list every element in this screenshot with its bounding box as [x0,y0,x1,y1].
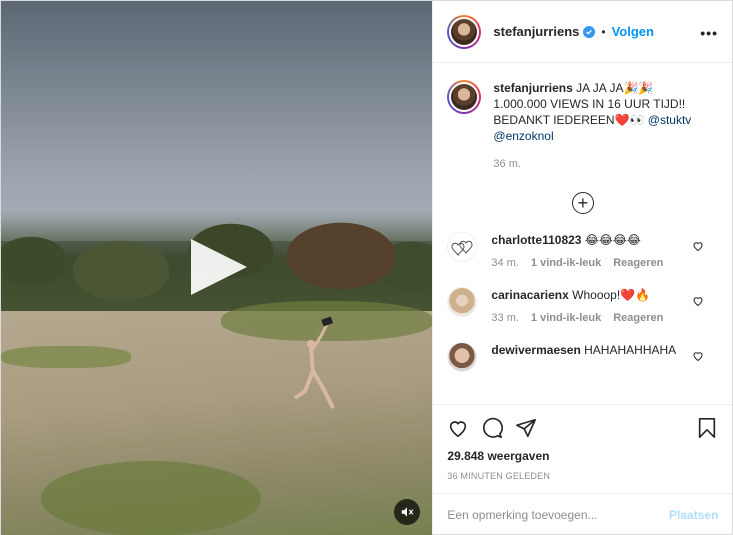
comment-likes[interactable]: 1 vind-ik-leuk [531,312,601,324]
comment-username[interactable]: charlotte110823 [491,233,581,247]
comment-item: charlotte110823 😂😂😂😂 34 m. 1 vind-ik-leu… [447,232,718,269]
comment-text: Whooop!❤️🔥 [572,288,651,302]
comment-text: HAHAHAHHAHA [584,343,677,357]
post-actions: 29.848 weergaven 36 MINUTEN GELEDEN [433,404,733,481]
comment-icon[interactable] [481,417,504,439]
video-player[interactable] [1,1,433,535]
heart-icon[interactable] [447,417,469,439]
comment-composer: Een opmerking toevoegen... Plaatsen [433,493,733,535]
video-sky [1,1,433,241]
avatar[interactable] [447,287,478,317]
separator-dot: • [601,24,606,39]
caption-time: 36 m. [493,158,521,170]
comments-area[interactable]: stefanjurriens JA JA JA🎉🎉 1.000.000 VIEW… [433,64,732,403]
post-header: stefanjurriens • Volgen ••• [433,1,732,63]
comment-item: carinacarienx Whooop!❤️🔥 33 m. 1 vind-ik… [447,287,718,324]
heart-icon[interactable] [692,295,704,307]
post-comment-button[interactable]: Plaatsen [669,508,718,522]
play-icon[interactable] [191,239,247,295]
post-dialog: stefanjurriens • Volgen ••• stefanjurrie… [0,0,733,535]
more-icon[interactable]: ••• [700,25,718,41]
post-side-panel: stefanjurriens • Volgen ••• stefanjurrie… [432,1,733,535]
caption-avatar[interactable] [447,80,482,114]
load-more-icon[interactable]: + [571,192,594,214]
view-count[interactable]: 29.848 weergaven [447,449,718,463]
mention-enzoknol[interactable]: @enzoknol [493,129,553,143]
comment-username[interactable]: carinacarienx [491,288,568,302]
verified-icon [583,25,596,38]
author-username[interactable]: stefanjurriens [493,24,579,39]
caption-username[interactable]: stefanjurriens [493,81,572,95]
comment-item: dewivermaesen HAHAHAHHAHA [447,342,718,372]
comment-input[interactable]: Een opmerking toevoegen... [447,508,669,522]
follow-button[interactable]: Volgen [612,24,654,39]
running-person [293,316,335,409]
post-timestamp: 36 MINUTEN GELEDEN [447,471,551,481]
heart-icon[interactable] [692,350,704,362]
mention-stuktv[interactable]: @stuktv [648,113,692,127]
avatar[interactable] [447,14,482,49]
avatar[interactable] [447,342,478,372]
share-icon[interactable] [515,417,537,439]
comment-time: 34 m. [491,257,519,269]
comment-username[interactable]: dewivermaesen [491,343,580,357]
avatar[interactable] [447,232,478,262]
heart-icon[interactable] [692,240,704,252]
reply-button[interactable]: Reageren [613,312,663,324]
comment-time: 33 m. [491,312,519,324]
comment-likes[interactable]: 1 vind-ik-leuk [531,257,601,269]
save-icon[interactable] [696,417,718,439]
reply-button[interactable]: Reageren [613,257,663,269]
mute-icon[interactable] [394,499,420,525]
caption: stefanjurriens JA JA JA🎉🎉 1.000.000 VIEW… [447,80,718,172]
comment-text: 😂😂😂😂 [584,233,641,247]
